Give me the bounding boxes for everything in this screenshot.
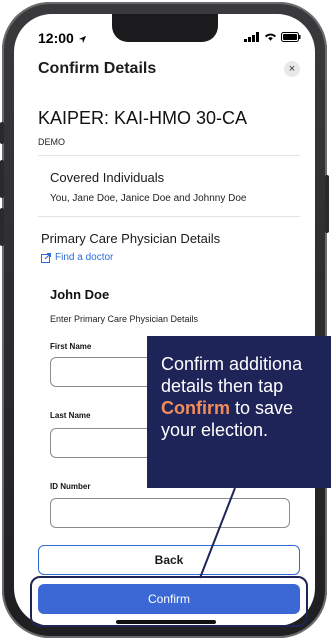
battery-icon [281, 32, 301, 42]
notch [112, 14, 218, 42]
first-name-input[interactable] [50, 357, 152, 387]
pcp-instructions: Enter Primary Care Physician Details [50, 314, 199, 324]
status-icons [244, 32, 301, 42]
page-title: Confirm Details [38, 60, 157, 77]
callout-line-4: your election. [161, 419, 269, 440]
close-button[interactable]: × [284, 61, 300, 77]
covered-individuals-title: Covered Individuals [50, 170, 165, 185]
last-name-label: Last Name [50, 411, 91, 420]
find-doctor-link[interactable]: Find a doctor [41, 252, 113, 263]
plan-name: KAIPER: KAI-HMO 30-CA [38, 108, 248, 128]
callout-line-2: details then tap [161, 375, 284, 396]
home-indicator [116, 620, 216, 624]
location-arrow-icon [78, 35, 86, 43]
callout-line-3: Confirm to save [161, 398, 331, 420]
status-time: 12:00 [38, 30, 87, 46]
covered-individuals-names: You, Jane Doe, Janice Doe and Johnny Doe [50, 193, 247, 204]
id-number-label: ID Number [50, 482, 91, 491]
callout-highlight: Confirm [161, 397, 230, 418]
side-button-power [325, 175, 329, 233]
find-doctor-label: Find a doctor [55, 252, 114, 263]
callout-line-3-rest: to save [230, 397, 294, 418]
close-icon: × [288, 63, 296, 75]
tutorial-callout: Confirm additiona details then tap Confi… [147, 336, 331, 488]
confirm-button[interactable]: Confirm [38, 584, 300, 614]
signal-icon [244, 32, 259, 42]
last-name-input[interactable] [50, 428, 152, 458]
first-name-label: First Name [50, 342, 92, 351]
side-button-mute [0, 122, 4, 144]
covered-individuals-section [38, 155, 300, 217]
side-button-volume-down [0, 208, 4, 246]
callout-line-1: Confirm additiona [161, 354, 303, 374]
side-button-volume-up [0, 160, 4, 198]
header: Confirm Details × [38, 60, 300, 78]
person-name: John Doe [50, 287, 110, 302]
id-number-input[interactable] [50, 498, 290, 528]
pcp-section-title: Primary Care Physician Details [41, 231, 221, 246]
wifi-icon [264, 33, 277, 41]
external-link-icon [41, 252, 51, 263]
plan-subtitle: DEMO [38, 137, 65, 147]
back-button[interactable]: Back [38, 545, 300, 575]
